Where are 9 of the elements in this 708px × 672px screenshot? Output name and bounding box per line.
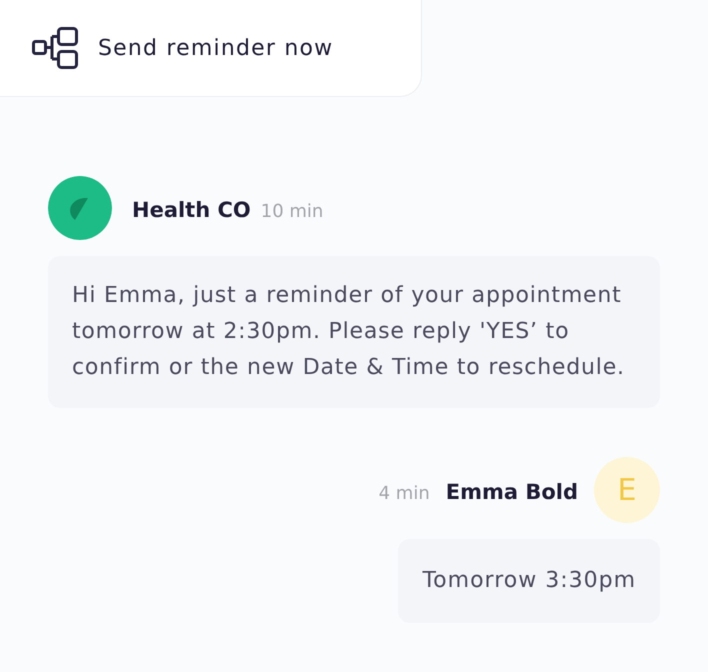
flowchart-icon (32, 27, 78, 69)
message-bubble: Tomorrow 3:30pm (398, 539, 660, 623)
send-reminder-button[interactable]: Send reminder now (32, 27, 334, 69)
sender-name: Emma Bold (446, 480, 578, 504)
message-time: 10 min (260, 201, 324, 222)
avatar-initial: E (594, 457, 660, 523)
message-bubble: Hi Emma, just a reminder of your appointment tomorrow at 2:30pm. Please reply 'YES’ to confirm or the new Date & Time to reschedule. (48, 256, 660, 408)
sender-name: Health CO (132, 198, 251, 222)
message-time: 4 min (378, 483, 430, 504)
